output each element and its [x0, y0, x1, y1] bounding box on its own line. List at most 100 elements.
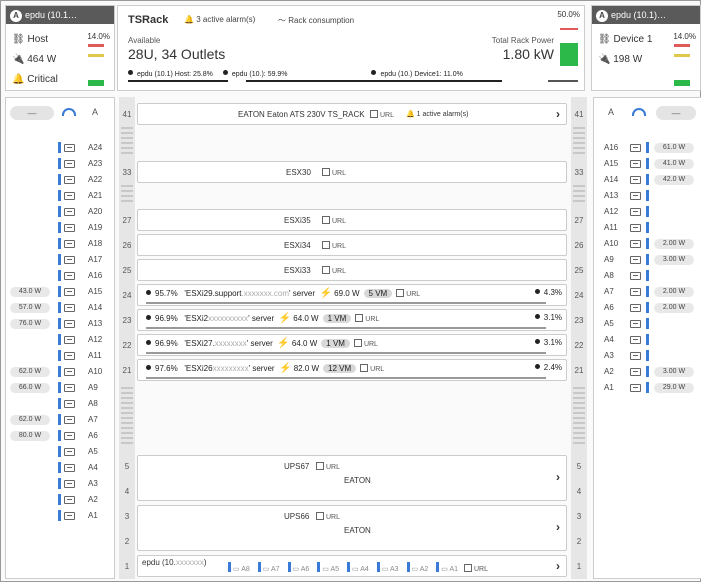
outlet-row[interactable]: 61.0 W A16	[594, 140, 701, 156]
outlet-row[interactable]: A8	[6, 396, 114, 412]
url-link[interactable]: URL	[353, 339, 378, 348]
outlet-row[interactable]: A13	[594, 188, 701, 204]
outlet-row[interactable]: A8	[594, 268, 701, 284]
device-esxi34[interactable]: ESXi34 URL	[137, 234, 567, 256]
outlet-row[interactable]: A20	[6, 204, 114, 220]
outlet-row[interactable]: A11	[6, 348, 114, 364]
chevron-right-icon[interactable]: ›	[556, 520, 560, 534]
outlet-row[interactable]: 42.0 W A14	[594, 172, 701, 188]
outlet-row[interactable]: A23	[6, 156, 114, 172]
outlet-row[interactable]: A2	[6, 492, 114, 508]
rack-unit-number: 27	[574, 216, 584, 225]
outlet-row[interactable]: 29.0 W A1	[594, 380, 701, 396]
outlet-row[interactable]: A4	[6, 460, 114, 476]
outlet-row[interactable]: A4	[594, 332, 701, 348]
rack-alarms-link[interactable]: 🔔 3 active alarm(s)	[184, 15, 255, 24]
outlet-row[interactable]: 3.00 W A9	[594, 252, 701, 268]
outlet-row[interactable]: A17	[6, 252, 114, 268]
server-row[interactable]: 95.7% 'ESXi29.support.xxxxxxx.com' serve…	[137, 284, 567, 306]
right-pdu-header[interactable]: Aepdu (10.1)…	[592, 6, 700, 24]
device-ats[interactable]: EATON Eaton ATS 230V TS_RACK URL 🔔 1 act…	[137, 103, 567, 125]
epdu-outlet[interactable]: ▭ A1	[434, 562, 458, 573]
outlet-row[interactable]: 43.0 W A15	[6, 284, 114, 300]
server-row[interactable]: 96.9% 'ESXi27.xxxxxxxx' server ⚡ 64.0 W1…	[137, 334, 567, 356]
chevron-right-icon[interactable]: ›	[556, 470, 560, 484]
outlet-row[interactable]: A5	[6, 444, 114, 460]
vm-count-badge: 1 VM	[322, 314, 352, 323]
pdu-load-summary: epdu (10.1) Host: 25.8% epdu (10.): 59.9…	[128, 70, 463, 78]
outlet-row[interactable]: A16	[6, 268, 114, 284]
url-link[interactable]: URL	[322, 266, 346, 275]
outlet-row[interactable]: 2.00 W A6	[594, 300, 701, 316]
outlet-row[interactable]: A11	[594, 220, 701, 236]
outlet-row[interactable]: A22	[6, 172, 114, 188]
outlet-icon	[64, 448, 75, 456]
outlet-label: A14	[604, 175, 619, 184]
outlet-icon	[64, 192, 75, 200]
outlet-row[interactable]: 57.0 W A14	[6, 300, 114, 316]
epdu-outlet[interactable]: ▭ A5	[315, 562, 339, 573]
device-ups67[interactable]: UPS67 URL EATON ›	[137, 455, 567, 501]
server-row[interactable]: 96.9% 'ESXi2xxxxxxxxxx' server ⚡ 64.0 W1…	[137, 309, 567, 331]
outlet-state-bar	[646, 286, 649, 297]
url-link[interactable]: URL	[322, 216, 346, 225]
outlet-filter-select[interactable]: —	[656, 106, 696, 120]
outlet-filter-select[interactable]: —	[10, 106, 54, 120]
left-pdu-card[interactable]: Aepdu (10.1… ⛓ Host 🔌 464 W 🔔 Critical 1…	[5, 5, 115, 91]
device-esx30[interactable]: ESX30 URL	[137, 161, 567, 183]
outlet-row[interactable]: 76.0 W A13	[6, 316, 114, 332]
url-link[interactable]: URL	[316, 462, 340, 471]
outlet-row[interactable]: A5	[594, 316, 701, 332]
device-epdu-bottom[interactable]: epdu (10.xxxxxxx) ▭ A8 ▭ A7 ▭ A6 ▭ A5 ▭ A4 ▭ …	[137, 555, 567, 577]
outlet-row[interactable]: A12	[594, 204, 701, 220]
device-ups66[interactable]: UPS66 URL EATON ›	[137, 505, 567, 551]
outlet-row[interactable]: 41.0 W A15	[594, 156, 701, 172]
outlet-row[interactable]: A3	[594, 348, 701, 364]
outlet-row[interactable]: A19	[6, 220, 114, 236]
url-link[interactable]: URL	[355, 314, 379, 323]
url-link[interactable]: URL	[316, 512, 340, 521]
outlet-row[interactable]: 62.0 W A10	[6, 364, 114, 380]
rack-view: Aepdu (10.1… ⛓ Host 🔌 464 W 🔔 Critical 1…	[0, 0, 701, 582]
outlet-row[interactable]: 80.0 W A6	[6, 428, 114, 444]
outlet-row[interactable]: A21	[6, 188, 114, 204]
url-link[interactable]: URL	[322, 241, 346, 250]
device-alarm-link[interactable]: 🔔 1 active alarm(s)	[406, 110, 468, 118]
outlet-label: A19	[88, 223, 103, 232]
chevron-right-icon[interactable]: ›	[556, 559, 560, 573]
server-load-bar	[146, 327, 546, 329]
left-pdu-status: 🔔 Critical	[12, 74, 58, 85]
epdu-outlet[interactable]: ▭ A8	[226, 562, 250, 573]
epdu-outlet[interactable]: ▭ A6	[286, 562, 309, 573]
device-esxi33[interactable]: ESXi33 URL	[137, 259, 567, 281]
epdu-outlet[interactable]: ▭ A2	[405, 562, 428, 573]
server-row[interactable]: 97.6% 'ESXi26xxxxxxxxx' server ⚡ 82.0 W1…	[137, 359, 567, 381]
outlet-power: 41.0 W	[654, 159, 694, 169]
outlet-row[interactable]: 2.00 W A10	[594, 236, 701, 252]
right-pdu-card[interactable]: Aepdu (10.1)… ⛓ Device 1 🔌 198 W 14.0%	[591, 5, 701, 91]
epdu-outlet[interactable]: ▭ A4	[345, 562, 369, 573]
arc-icon[interactable]	[632, 108, 646, 116]
outlet-row[interactable]: 62.0 W A7	[6, 412, 114, 428]
rack-name: TSRack	[128, 14, 169, 26]
outlet-row[interactable]: A12	[6, 332, 114, 348]
outlet-row[interactable]: A3	[6, 476, 114, 492]
chevron-right-icon[interactable]: ›	[556, 107, 560, 121]
url-link[interactable]: URL	[370, 110, 394, 119]
url-link[interactable]: URL	[464, 564, 488, 573]
outlet-row[interactable]: A24	[6, 140, 114, 156]
device-esxi35[interactable]: ESXi35 URL	[137, 209, 567, 231]
url-link[interactable]: URL	[360, 364, 384, 373]
outlet-row[interactable]: 66.0 W A9	[6, 380, 114, 396]
epdu-outlet[interactable]: ▭ A7	[256, 562, 280, 573]
outlet-row[interactable]: A1	[6, 508, 114, 524]
outlet-row[interactable]: 2.00 W A7	[594, 284, 701, 300]
rack-consumption-link[interactable]: 〜 Rack consumption	[278, 15, 354, 26]
outlet-row[interactable]: A18	[6, 236, 114, 252]
url-link[interactable]: URL	[322, 168, 346, 177]
arc-icon[interactable]	[62, 108, 76, 116]
url-link[interactable]: URL	[396, 289, 420, 298]
outlet-row[interactable]: 3.00 W A2	[594, 364, 701, 380]
epdu-outlet[interactable]: ▭ A3	[375, 562, 399, 573]
left-pdu-header[interactable]: Aepdu (10.1…	[6, 6, 114, 24]
